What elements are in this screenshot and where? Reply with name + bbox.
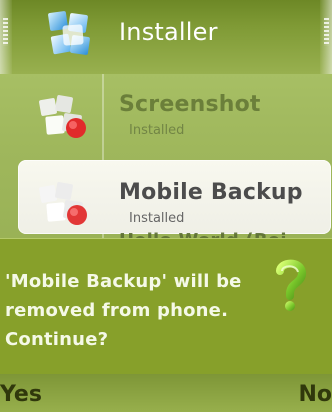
- installed-app-list[interactable]: Screenshot Installed Mobile Backup Insta…: [0, 74, 332, 244]
- title-bar: Installer: [0, 0, 332, 74]
- confirmation-message: 'Mobile Backup' will be removed from pho…: [5, 271, 242, 350]
- phone-screen: Installer Screenshot Installed Mobile Ba…: [0, 0, 332, 412]
- list-item-status: Installed: [129, 123, 185, 138]
- list-item-mobile-backup[interactable]: Mobile Backup Installed: [0, 160, 332, 236]
- no-softkey[interactable]: No: [298, 384, 332, 406]
- question-mark-icon: [276, 259, 307, 311]
- package-remove-icon: [39, 95, 86, 138]
- right-scroll-edge: [320, 0, 332, 74]
- installer-app-icon: [48, 11, 90, 55]
- left-scroll-edge: [0, 0, 12, 74]
- list-item-title: Screenshot: [119, 92, 261, 117]
- package-remove-icon: [39, 182, 87, 225]
- list-item-status: Installed: [129, 211, 185, 226]
- yes-softkey[interactable]: Yes: [0, 384, 42, 406]
- list-item-title: Mobile Backup: [119, 180, 303, 205]
- list-item-screenshot[interactable]: Screenshot Installed: [0, 74, 332, 150]
- softkey-bar: Yes No: [0, 374, 332, 412]
- app-title: Installer: [119, 18, 218, 46]
- confirmation-dialog: 'Mobile Backup' will be removed from pho…: [0, 238, 332, 376]
